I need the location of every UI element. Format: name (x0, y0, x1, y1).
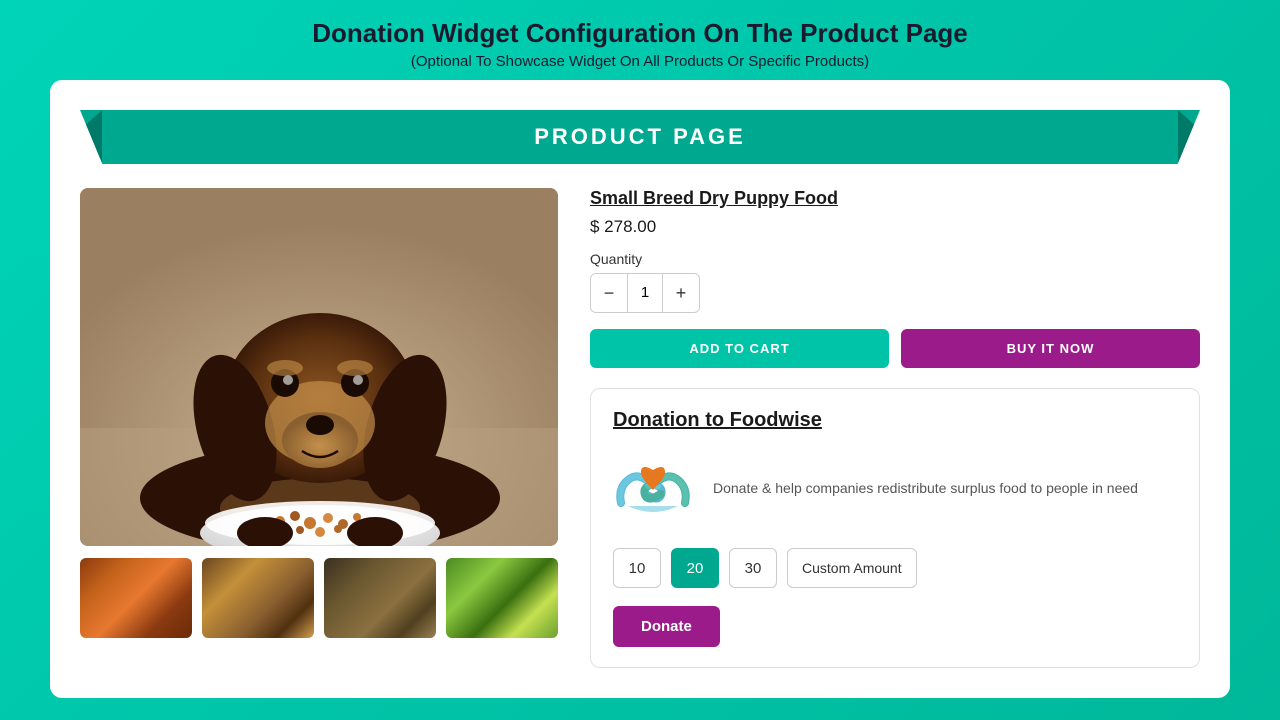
product-card: PRODUCT PAGE (50, 80, 1230, 698)
quantity-decrease-button[interactable]: − (591, 274, 627, 312)
amount-30-button[interactable]: 30 (729, 548, 777, 588)
product-price: $ 278.00 (590, 217, 1200, 237)
dog-svg (80, 188, 558, 546)
donation-body: Donate & help companies redistribute sur… (613, 448, 1177, 528)
add-to-cart-button[interactable]: ADD TO CART (590, 329, 889, 368)
product-images (80, 188, 560, 668)
quantity-control: − 1 + (590, 273, 700, 313)
page-title: Donation Widget Configuration On The Pro… (312, 18, 968, 49)
quantity-value: 1 (627, 274, 663, 312)
donation-description: Donate & help companies redistribute sur… (713, 478, 1138, 499)
donation-amounts: 10 20 30 Custom Amount (613, 548, 1177, 588)
page-subtitle: (Optional To Showcase Widget On All Prod… (312, 53, 968, 70)
action-buttons: ADD TO CART BUY IT NOW (590, 329, 1200, 368)
thumbnail-2[interactable] (202, 558, 314, 638)
amount-10-button[interactable]: 10 (613, 548, 661, 588)
amount-20-button[interactable]: 20 (671, 548, 719, 588)
product-info: Small Breed Dry Puppy Food $ 278.00 Quan… (590, 188, 1200, 668)
thumbnail-row (80, 558, 560, 638)
quantity-increase-button[interactable]: + (663, 274, 699, 312)
custom-amount-button[interactable]: Custom Amount (787, 548, 917, 588)
heart-hands-icon (613, 448, 693, 528)
thumbnail-1[interactable] (80, 558, 192, 638)
thumbnail-4[interactable] (446, 558, 558, 638)
donation-widget: Donation to Foodwise (590, 388, 1200, 668)
donate-button[interactable]: Donate (613, 606, 720, 647)
page-header: Donation Widget Configuration On The Pro… (292, 0, 988, 80)
thumbnail-3[interactable] (324, 558, 436, 638)
main-product-image (80, 188, 558, 546)
product-name: Small Breed Dry Puppy Food (590, 188, 1200, 209)
donation-title: Donation to Foodwise (613, 409, 1177, 432)
quantity-label: Quantity (590, 251, 1200, 267)
product-main: Small Breed Dry Puppy Food $ 278.00 Quan… (80, 188, 1200, 668)
product-banner: PRODUCT PAGE (80, 110, 1200, 164)
buy-it-now-button[interactable]: BUY IT NOW (901, 329, 1200, 368)
